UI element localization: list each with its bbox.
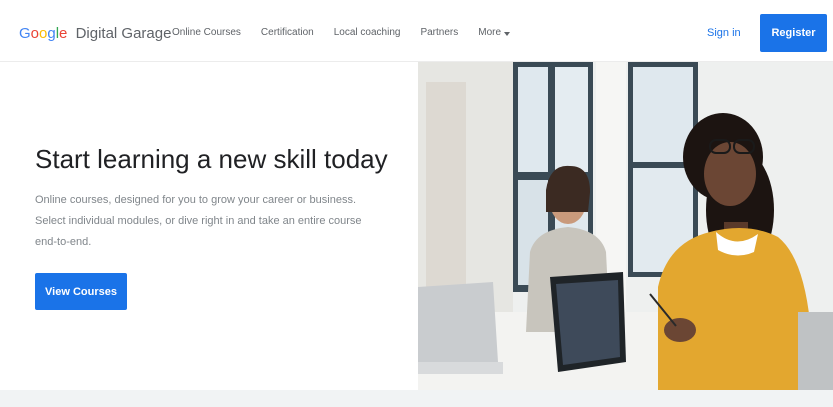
page-bottom-strip (0, 390, 833, 407)
nav-link-partners[interactable]: Partners (420, 25, 458, 41)
students-with-laptops-illustration (418, 62, 833, 390)
top-navigation-bar: Google Digital Garage Online Courses Cer… (0, 0, 833, 62)
logo-letter: g (47, 25, 56, 42)
view-courses-button[interactable]: View Courses (35, 273, 127, 310)
nav-link-local-coaching[interactable]: Local coaching (334, 25, 401, 41)
nav-more-label: More (478, 27, 502, 38)
logo-letter: e (59, 25, 68, 42)
logo-letter: G (19, 25, 31, 42)
nav-link-online-courses[interactable]: Online Courses (172, 25, 241, 41)
primary-nav: Online Courses Certification Local coach… (172, 25, 511, 41)
google-digital-garage-logo[interactable]: Google Digital Garage (19, 24, 171, 44)
hero-photo (418, 62, 833, 390)
hero-description: Online courses, designed for you to grow… (35, 194, 362, 248)
google-wordmark: Google (19, 25, 72, 42)
digital-garage-wordmark: Digital Garage (75, 25, 172, 42)
sign-in-link[interactable]: Sign in (707, 25, 741, 41)
nav-link-certification[interactable]: Certification (261, 25, 314, 41)
nav-more-dropdown[interactable]: More (478, 25, 511, 41)
caret-down-icon (504, 31, 511, 36)
logo-letter: o (30, 25, 40, 42)
register-button[interactable]: Register (760, 14, 827, 52)
hero-headline: Start learning a new skill today (35, 144, 388, 174)
